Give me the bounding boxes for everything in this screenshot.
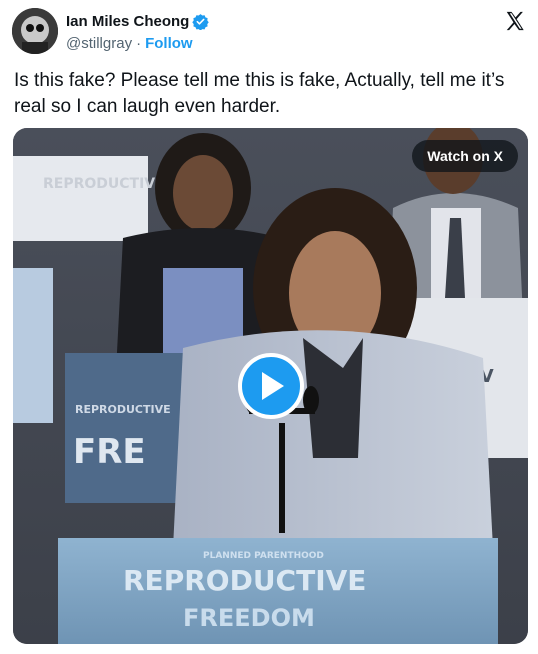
svg-text:REPRODUCTIVE: REPRODUCTIVE — [75, 403, 171, 416]
tweet-header: Ian Miles Cheong @stillgray · Follow — [12, 8, 528, 58]
play-button[interactable] — [238, 353, 304, 419]
follow-button[interactable]: Follow — [145, 35, 193, 52]
tweet-card: Ian Miles Cheong @stillgray · Follow Is … — [0, 0, 538, 654]
avatar[interactable] — [12, 8, 58, 54]
play-icon — [262, 372, 284, 400]
handle-row: @stillgray · Follow — [66, 35, 193, 52]
video-player[interactable]: REPRODUCTIVE REPRODUCTIVE FRE UCTIV — [13, 128, 528, 644]
tweet-text: Is this fake? Please tell me this is fak… — [14, 70, 510, 117]
name-row: Ian Miles Cheong — [66, 13, 210, 31]
handle[interactable]: @stillgray — [66, 35, 132, 52]
svg-text:FRE: FRE — [73, 432, 146, 472]
svg-text:PLANNED PARENTHOOD: PLANNED PARENTHOOD — [203, 551, 324, 561]
display-name[interactable]: Ian Miles Cheong — [66, 13, 189, 30]
separator: · — [136, 35, 142, 52]
avatar-image — [12, 8, 58, 54]
watch-on-x-button[interactable]: Watch on X — [412, 140, 518, 172]
x-logo-icon[interactable] — [504, 10, 526, 32]
svg-text:REPRODUCTIVE: REPRODUCTIVE — [123, 564, 366, 597]
svg-text:REPRODUCTIVE: REPRODUCTIVE — [43, 176, 165, 192]
svg-text:FREEDOM: FREEDOM — [183, 604, 315, 632]
verified-badge-icon — [192, 13, 210, 31]
